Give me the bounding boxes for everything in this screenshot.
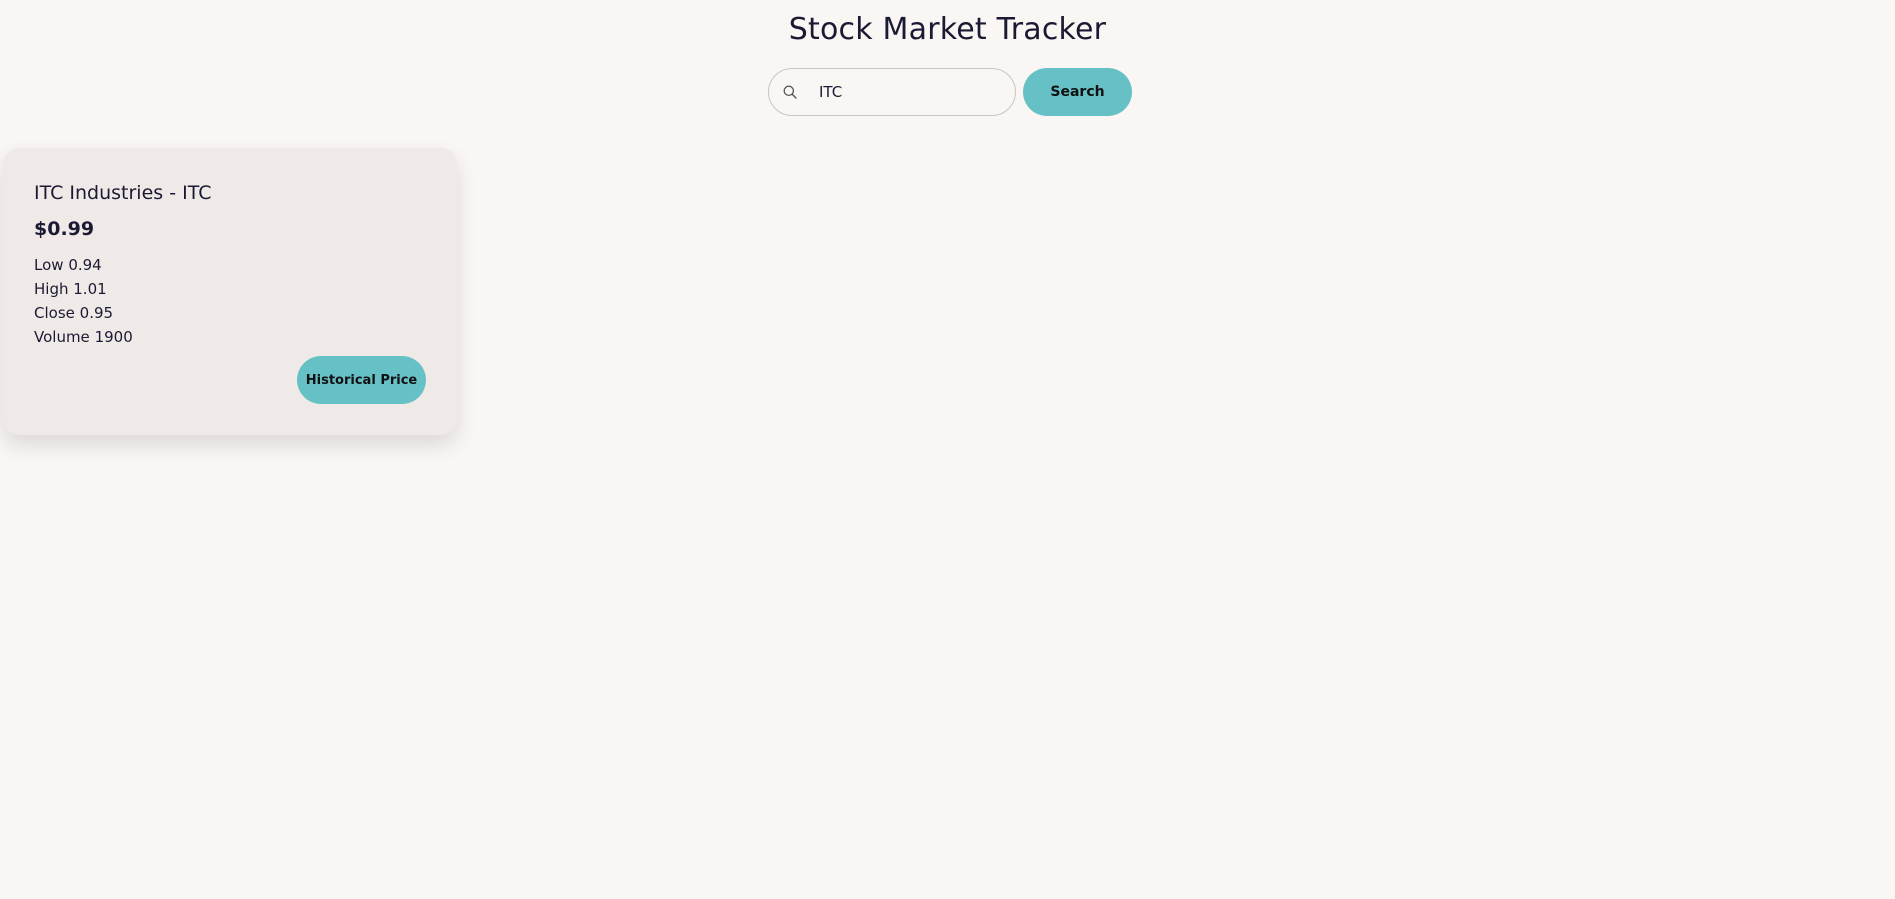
stock-name: ITC Industries - ITC bbox=[34, 182, 212, 204]
stock-stats: Low 0.94 High 1.01 Close 0.95 Volume 190… bbox=[34, 253, 133, 349]
stat-low-value: 0.94 bbox=[68, 256, 102, 274]
stat-close-label: Close bbox=[34, 304, 75, 322]
stat-close-value: 0.95 bbox=[79, 304, 114, 322]
stat-high: High 1.01 bbox=[34, 277, 133, 301]
search-input[interactable] bbox=[819, 83, 999, 101]
historical-price-button[interactable]: Historical Price bbox=[297, 356, 426, 404]
stat-high-label: High bbox=[34, 280, 69, 298]
search-button[interactable]: Search bbox=[1023, 68, 1132, 116]
search-bar bbox=[768, 68, 1016, 116]
stock-card: ITC Industries - ITC $0.99 Low 0.94 High… bbox=[3, 148, 457, 435]
page-title: Stock Market Tracker bbox=[788, 12, 1107, 47]
stat-volume-label: Volume bbox=[34, 328, 90, 346]
search-icon bbox=[783, 85, 811, 99]
stat-low-label: Low bbox=[34, 256, 64, 274]
stat-high-value: 1.01 bbox=[73, 280, 107, 298]
stat-volume: Volume 1900 bbox=[34, 325, 133, 349]
stat-close: Close 0.95 bbox=[34, 301, 133, 325]
stock-price: $0.99 bbox=[34, 218, 95, 240]
stat-volume-value: 1900 bbox=[94, 328, 133, 346]
stat-low: Low 0.94 bbox=[34, 253, 133, 277]
